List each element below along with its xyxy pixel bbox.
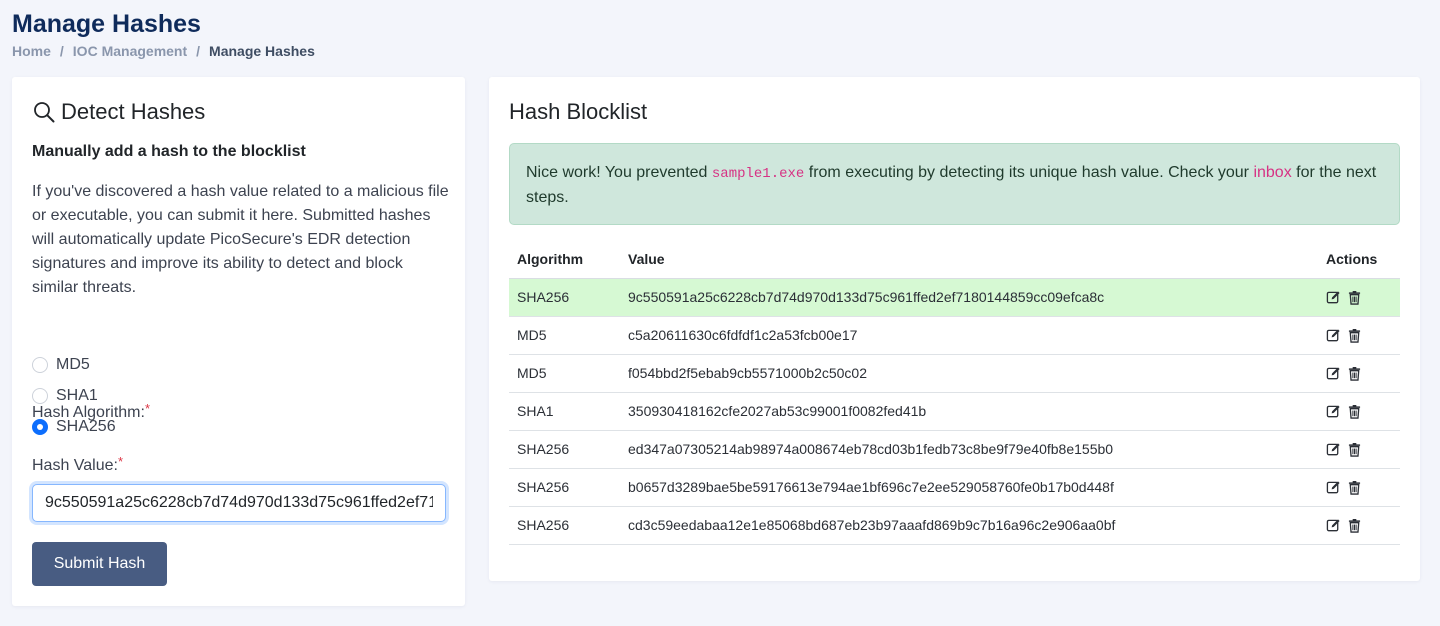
cell-actions bbox=[1318, 278, 1400, 317]
trash-icon[interactable] bbox=[1347, 518, 1362, 533]
breadcrumb-separator: / bbox=[196, 43, 201, 59]
cell-algorithm: SHA1 bbox=[509, 392, 620, 431]
detect-hashes-card: Detect Hashes Manually add a hash to the… bbox=[12, 77, 465, 606]
table-row: MD5 f054bbd2f5ebab9cb5571000b2c50c02 bbox=[509, 354, 1400, 393]
alert-filename: sample1.exe bbox=[711, 166, 805, 182]
radio-md5-label: MD5 bbox=[56, 356, 90, 373]
column-header-value: Value bbox=[620, 241, 1318, 279]
edit-icon[interactable] bbox=[1326, 518, 1341, 533]
breadcrumb-separator: / bbox=[59, 43, 64, 59]
cell-actions bbox=[1318, 506, 1400, 545]
table-row: SHA256 cd3c59eedabaa12e1e85068bd687eb23b9… bbox=[509, 506, 1400, 545]
column-header-algorithm: Algorithm bbox=[509, 241, 620, 279]
detect-subheading: Manually add a hash to the blocklist bbox=[32, 143, 306, 160]
breadcrumb-home[interactable]: Home bbox=[12, 43, 51, 59]
table-row: SHA1 350930418162cfe2027ab53c99001f0082fe… bbox=[509, 392, 1400, 431]
cell-actions bbox=[1318, 316, 1400, 355]
inbox-link[interactable]: inbox bbox=[1253, 164, 1291, 181]
alert-text-before: Nice work! You prevented bbox=[526, 164, 712, 181]
required-mark: * bbox=[144, 401, 150, 416]
row-actions bbox=[1326, 480, 1392, 495]
trash-icon[interactable] bbox=[1347, 480, 1362, 495]
required-mark: * bbox=[117, 454, 124, 469]
cell-hash-value: cd3c59eedabaa12e1e85068bd687eb23b97aaafd… bbox=[620, 506, 1318, 545]
hash-blocklist-table: Algorithm Value Actions SHA256 9c550591a2… bbox=[509, 241, 1400, 545]
radio-sha1[interactable]: SHA1 bbox=[32, 387, 98, 405]
hash-value-label: Hash Value:* bbox=[32, 454, 124, 475]
breadcrumb: Home / IOC Management / Manage Hashes bbox=[12, 43, 315, 59]
hash-value-label-text: Hash Value: bbox=[32, 457, 118, 474]
radio-sha256[interactable]: SHA256 bbox=[32, 418, 116, 436]
success-alert: Nice work! You prevented sample1.exe fro… bbox=[509, 143, 1400, 225]
cell-hash-value: b0657d3289bae5be59176613e794ae1bf696c7e2… bbox=[620, 468, 1318, 507]
row-actions bbox=[1326, 328, 1392, 343]
cell-algorithm: MD5 bbox=[509, 354, 620, 393]
edit-icon[interactable] bbox=[1326, 480, 1341, 495]
cell-hash-value: 350930418162cfe2027ab53c99001f0082fed41b bbox=[620, 392, 1318, 431]
table-row: MD5 c5a20611630c6fdfdf1c2a53fcb00e17 bbox=[509, 316, 1400, 355]
cell-hash-value: c5a20611630c6fdfdf1c2a53fcb00e17 bbox=[620, 316, 1318, 355]
cell-algorithm: SHA256 bbox=[509, 430, 620, 469]
page-title: Manage Hashes bbox=[12, 10, 201, 38]
table-row: SHA256 b0657d3289bae5be59176613e794ae1bf6… bbox=[509, 468, 1400, 507]
detect-hashes-title-text: Detect Hashes bbox=[61, 99, 206, 124]
edit-icon[interactable] bbox=[1326, 404, 1341, 419]
edit-icon[interactable] bbox=[1326, 366, 1341, 381]
alert-text-middle: from executing by detecting its unique h… bbox=[804, 164, 1254, 181]
trash-icon[interactable] bbox=[1347, 328, 1362, 343]
row-actions bbox=[1326, 518, 1392, 533]
edit-icon[interactable] bbox=[1326, 328, 1341, 343]
cell-hash-value: f054bbd2f5ebab9cb5571000b2c50c02 bbox=[620, 354, 1318, 393]
radio-md5[interactable]: MD5 bbox=[32, 356, 90, 374]
trash-icon[interactable] bbox=[1347, 442, 1362, 457]
cell-algorithm: MD5 bbox=[509, 316, 620, 355]
cell-actions bbox=[1318, 430, 1400, 469]
radio-sha256-label: SHA256 bbox=[56, 418, 116, 435]
cell-algorithm: SHA256 bbox=[509, 278, 620, 317]
cell-algorithm: SHA256 bbox=[509, 468, 620, 507]
hash-blocklist-title: Hash Blocklist bbox=[509, 99, 648, 124]
detect-description: If you've discovered a hash value relate… bbox=[32, 183, 449, 296]
trash-icon[interactable] bbox=[1347, 366, 1362, 381]
row-actions bbox=[1326, 290, 1392, 305]
column-header-actions: Actions bbox=[1318, 241, 1400, 279]
trash-icon[interactable] bbox=[1347, 290, 1362, 305]
radio-sha256-control[interactable] bbox=[32, 419, 48, 435]
breadcrumb-ioc-management[interactable]: IOC Management bbox=[73, 43, 187, 59]
row-actions bbox=[1326, 366, 1392, 381]
breadcrumb-current: Manage Hashes bbox=[209, 43, 315, 59]
radio-sha1-label: SHA1 bbox=[56, 387, 98, 404]
edit-icon[interactable] bbox=[1326, 290, 1341, 305]
radio-md5-control[interactable] bbox=[32, 357, 48, 373]
radio-sha1-control[interactable] bbox=[32, 388, 48, 404]
table-row: SHA256 ed347a07305214ab98974a008674eb78cd… bbox=[509, 430, 1400, 469]
table-row: SHA256 9c550591a25c6228cb7d74d970d133d75c… bbox=[509, 278, 1400, 317]
row-actions bbox=[1326, 442, 1392, 457]
edit-icon[interactable] bbox=[1326, 442, 1341, 457]
row-actions bbox=[1326, 404, 1392, 419]
hash-blocklist-card: Hash Blocklist Nice work! You prevented … bbox=[489, 77, 1420, 581]
detect-hashes-title: Detect Hashes bbox=[32, 99, 205, 125]
search-icon bbox=[32, 100, 56, 124]
cell-actions bbox=[1318, 392, 1400, 431]
cell-algorithm: SHA256 bbox=[509, 506, 620, 545]
table-body: SHA256 9c550591a25c6228cb7d74d970d133d75c… bbox=[509, 278, 1400, 545]
table-header-row: Algorithm Value Actions bbox=[509, 241, 1400, 279]
trash-icon[interactable] bbox=[1347, 404, 1362, 419]
cell-hash-value: 9c550591a25c6228cb7d74d970d133d75c961ffe… bbox=[620, 278, 1318, 317]
hash-value-input[interactable] bbox=[32, 484, 446, 522]
cell-hash-value: ed347a07305214ab98974a008674eb78cd03b1fe… bbox=[620, 430, 1318, 469]
cell-actions bbox=[1318, 468, 1400, 507]
cell-actions bbox=[1318, 354, 1400, 393]
submit-hash-button[interactable]: Submit Hash bbox=[32, 542, 167, 586]
